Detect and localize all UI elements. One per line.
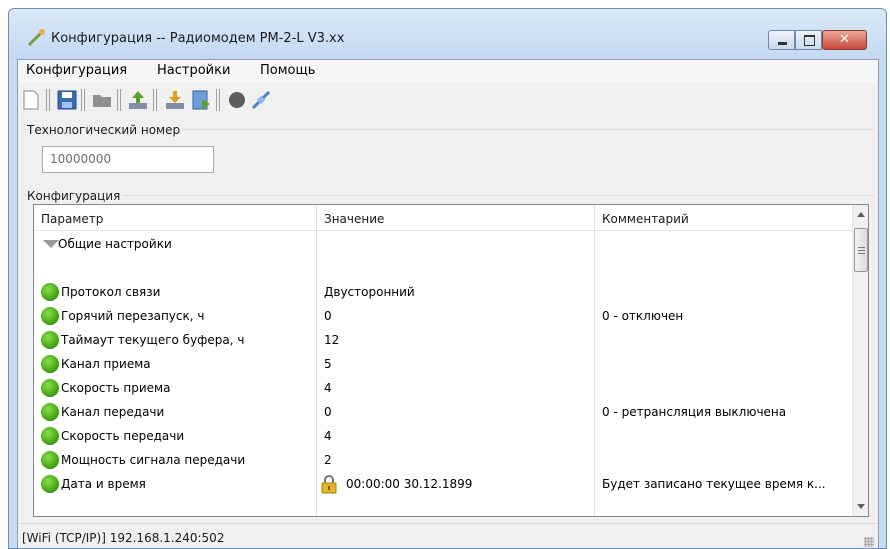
toolbar-separator [153,89,157,111]
toolbar-separator [117,89,121,111]
param-value[interactable]: 0 [324,309,332,323]
client-area: Конфигурация Настройки Помощь Технологич… [17,59,879,548]
param-name: Скорость приема [61,381,171,395]
connect-icon[interactable] [250,89,272,111]
status-ok-icon [41,379,59,397]
config-table: Параметр Значение Комментарий Общие наст… [33,204,869,517]
param-value[interactable]: 12 [324,333,339,347]
table-row[interactable]: Горячий перезапуск, ч 0 0 - отключен [34,304,852,328]
menu-configuration[interactable]: Конфигурация [26,63,127,78]
status-ok-icon [41,307,59,325]
toolbar-separator [46,89,50,111]
param-name: Дата и время [61,477,146,491]
column-divider[interactable] [316,205,317,230]
export-icon[interactable] [190,89,212,111]
table-row[interactable] [34,256,852,280]
scroll-thumb[interactable] [854,228,868,272]
param-name: Канал приема [61,357,151,371]
save-icon[interactable] [56,89,78,111]
connection-status: [WiFi (TCP/IP)] 192.168.1.240:502 [22,531,225,545]
param-name: Скорость передачи [61,429,185,443]
table-row[interactable]: Мощность сигнала передачи 2 [34,448,852,472]
table-row[interactable]: Протокол связи Двусторонний [34,280,852,304]
status-ok-icon [41,403,59,421]
status-ok-icon [41,427,59,445]
param-comment: 0 - ретрансляция выключена [602,405,787,419]
tech-number-field[interactable]: 10000000 [42,146,214,173]
minimize-button[interactable] [768,30,795,50]
menu-bar: Конфигурация Настройки Помощь [18,60,878,83]
status-ok-icon [41,331,59,349]
tech-number-label: Технологический номер [27,123,183,137]
download-icon[interactable] [164,89,186,111]
param-name: Канал передачи [61,405,165,419]
record-icon[interactable] [226,89,248,111]
upload-icon[interactable] [127,89,149,111]
param-comment: Будет записано текущее время к... [602,477,826,491]
toolbar-separator [81,89,85,111]
column-divider[interactable] [594,205,595,230]
modem-app-icon [27,29,45,47]
param-value[interactable]: 2 [324,453,332,467]
table-row[interactable]: Скорость передачи 4 [34,424,852,448]
config-group-label: Конфигурация [27,189,123,203]
menu-settings[interactable]: Настройки [157,63,230,78]
vertical-scrollbar[interactable] [852,205,868,516]
param-name: Таймаут текущего буфера, ч [61,333,245,347]
param-name: Мощность сигнала передачи [61,453,246,467]
status-ok-icon [41,475,59,493]
param-value[interactable]: 4 [324,429,332,443]
table-row[interactable]: Канал приема 5 [34,352,852,376]
title-bar[interactable]: Конфигурация -- Радиомодем РМ-2-L V3.xx … [9,9,886,59]
param-value[interactable]: Двусторонний [324,285,415,299]
param-value[interactable]: 0 [324,405,332,419]
param-value[interactable]: 4 [324,381,332,395]
status-ok-icon [41,283,59,301]
param-name: Горячий перезапуск, ч [61,309,205,323]
param-value[interactable]: 00:00:00 30.12.1899 [346,477,472,491]
scroll-down-icon[interactable] [857,504,865,509]
toolbar [18,84,878,116]
close-button[interactable]: ✕ [822,30,867,50]
column-header-parameter[interactable]: Параметр [41,212,103,226]
menu-help[interactable]: Помощь [260,63,315,78]
group-row[interactable]: Общие настройки [34,232,852,256]
scroll-up-icon[interactable] [857,212,865,217]
folder-icon[interactable] [91,89,113,111]
collapse-triangle-icon[interactable] [43,240,59,248]
toolbar-separator [216,89,220,111]
new-file-icon[interactable] [20,89,42,111]
table-row[interactable]: Канал передачи 0 0 - ретрансляция выключ… [34,400,852,424]
lock-icon [321,475,337,494]
column-header-comment[interactable]: Комментарий [602,212,689,226]
resize-grip-icon[interactable] [864,537,874,547]
window-title: Конфигурация -- Радиомодем РМ-2-L V3.xx [51,31,345,46]
app-window: Конфигурация -- Радиомодем РМ-2-L V3.xx … [8,8,887,549]
param-name: Протокол связи [61,285,161,299]
param-comment: 0 - отключен [602,309,684,323]
status-ok-icon [41,451,59,469]
status-ok-icon [41,355,59,373]
config-divider [24,195,874,196]
group-title: Общие настройки [58,237,172,251]
maximize-button[interactable] [795,30,822,50]
status-bar: [WiFi (TCP/IP)] 192.168.1.240:502 [18,523,878,548]
close-icon: ✕ [839,32,850,47]
grip-icon [858,247,865,248]
table-header: Параметр Значение Комментарий [34,205,852,231]
column-header-value[interactable]: Значение [324,212,384,226]
table-row[interactable]: Дата и время 00:00:00 30.12.1899 Будет з… [34,472,852,496]
param-value[interactable]: 5 [324,357,332,371]
table-row[interactable]: Таймаут текущего буфера, ч 12 [34,328,852,352]
table-row[interactable]: Скорость приема 4 [34,376,852,400]
